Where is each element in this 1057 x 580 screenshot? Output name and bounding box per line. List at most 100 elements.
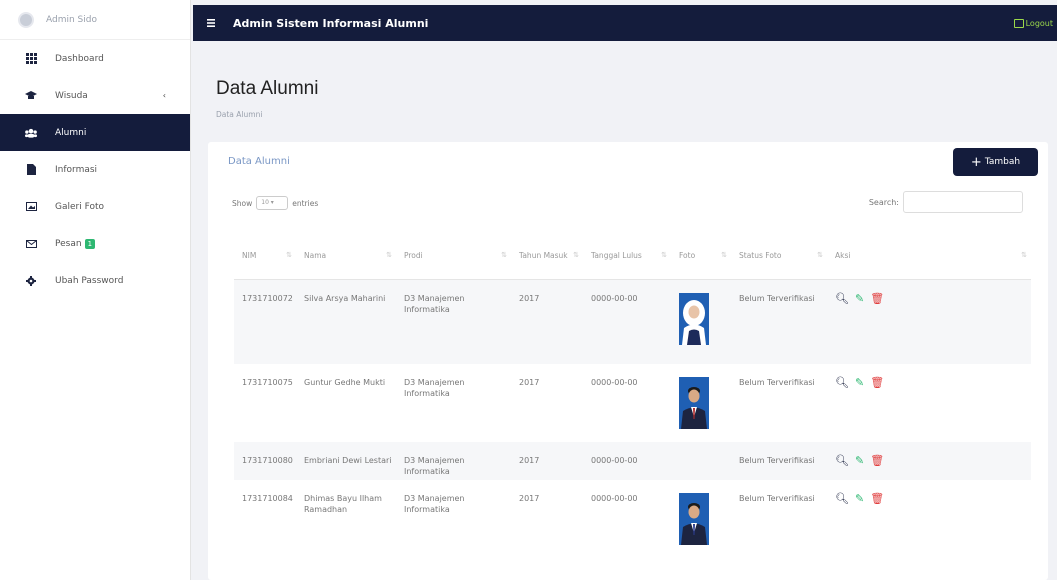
cell-nim: 1731710075 xyxy=(242,378,293,387)
chevron-left-icon[interactable]: ‹ xyxy=(163,91,166,100)
table-row: 1731710080 Embriani Dewi Lestari D3 Mana… xyxy=(234,442,1031,480)
edit-icon[interactable]: ✎ xyxy=(855,293,864,304)
sidebar-item-informasi[interactable]: Informasi xyxy=(0,151,190,188)
logout-label: Logout xyxy=(1025,18,1053,28)
sidebar: Admin Sido Dashboard Wisuda ‹ Alumni Inf… xyxy=(0,0,191,580)
delete-icon[interactable]: 🗑︎ xyxy=(870,377,884,388)
delete-icon[interactable]: 🗑︎ xyxy=(870,455,884,466)
cell-prodi: D3 Manajemen Informatika xyxy=(404,494,465,514)
sidebar-item-pesan[interactable]: Pesan 1 xyxy=(0,225,190,262)
file-icon xyxy=(25,164,37,176)
cell-nim: 1731710072 xyxy=(234,279,296,364)
envelope-icon xyxy=(25,238,37,250)
col-status-foto[interactable]: Status Foto ⇅ xyxy=(731,232,827,280)
add-button[interactable]: + Tambah xyxy=(953,148,1038,176)
cell-nim: 1731710084 xyxy=(242,494,293,503)
sort-icon: ⇅ xyxy=(573,250,579,259)
sidebar-item-galeri[interactable]: Galeri Foto xyxy=(0,188,190,225)
avatar xyxy=(18,11,34,28)
cell-foto xyxy=(671,279,731,364)
sidebar-item-label: Dashboard xyxy=(55,53,104,64)
alumni-photo[interactable] xyxy=(679,292,709,345)
cell-foto xyxy=(671,442,731,480)
cell-status-foto: Belum Terverifikasi xyxy=(731,442,827,480)
image-icon xyxy=(25,201,37,213)
cell-status-foto: Belum Terverifikasi xyxy=(731,279,827,364)
sidebar-item-label: Informasi xyxy=(55,164,98,175)
logout-button[interactable]: Logout xyxy=(1013,18,1053,28)
app-title: Admin Sistem Informasi Alumni xyxy=(233,16,429,30)
sidebar-username: Admin Sido xyxy=(46,14,97,25)
sidebar-item-label: Ubah Password xyxy=(55,275,124,286)
sidebar-item-dashboard[interactable]: Dashboard xyxy=(0,40,190,77)
gear-icon xyxy=(25,275,37,287)
card-title: Data Alumni xyxy=(228,156,290,167)
graduation-cap-icon xyxy=(25,90,37,102)
search-label: Search: xyxy=(868,197,899,207)
entries-length: Show 10 ▾ entries xyxy=(232,196,318,210)
logout-icon xyxy=(1013,18,1024,28)
col-aksi[interactable]: Aksi ⇅ xyxy=(827,232,1031,280)
col-nim[interactable]: NIM ⇅ xyxy=(234,232,296,280)
view-icon[interactable]: 🔍︎ xyxy=(835,377,849,388)
table-header-row: NIM ⇅ Nama ⇅ Prodi ⇅ Tahun Masuk ⇅ Tanggal L… xyxy=(234,232,1031,280)
grid-icon xyxy=(25,53,37,65)
delete-icon[interactable]: 🗑︎ xyxy=(870,493,884,504)
page-title: Data Alumni xyxy=(216,78,319,99)
view-icon[interactable]: 🔍︎ xyxy=(835,293,849,304)
cell-aksi: 🔍︎ ✎ 🗑︎ xyxy=(827,364,1031,442)
edit-icon[interactable]: ✎ xyxy=(855,493,864,504)
sort-asc-icon: ⇅ xyxy=(286,250,292,259)
sort-icon: ⇅ xyxy=(721,250,727,259)
show-suffix: entries xyxy=(292,198,319,208)
cell-aksi: 🔍︎ ✎ 🗑︎ xyxy=(827,442,1031,480)
col-nama[interactable]: Nama ⇅ xyxy=(296,232,396,280)
sort-icon: ⇅ xyxy=(1021,250,1027,259)
table-row: 1731710084 Dhimas Bayu Ilham Ramadhan D3… xyxy=(234,480,1031,560)
sidebar-item-alumni[interactable]: Alumni xyxy=(0,114,190,151)
cell-nama: Silva Arsya Maharini xyxy=(296,279,396,364)
cell-nim: 1731710080 xyxy=(234,442,296,480)
cell-tahun-masuk: 2017 xyxy=(511,442,583,480)
edit-icon[interactable]: ✎ xyxy=(855,377,864,388)
sidebar-item-wisuda[interactable]: Wisuda ‹ xyxy=(0,77,190,114)
delete-icon[interactable]: 🗑︎ xyxy=(870,293,884,304)
edit-icon[interactable]: ✎ xyxy=(855,455,864,466)
alumni-photo[interactable] xyxy=(679,377,709,429)
table-row: 1731710072 Silva Arsya Maharini D3 Manaj… xyxy=(234,279,1031,364)
cell-prodi: D3 Manajemen Informatika xyxy=(396,442,511,480)
entries-select-value: 10 xyxy=(261,199,269,206)
cell-prodi: D3 Manajemen Informatika xyxy=(396,279,511,364)
view-icon[interactable]: 🔍︎ xyxy=(835,493,849,504)
cell-tanggal-lulus: 0000-00-00 xyxy=(591,378,638,387)
sidebar-item-ubah-password[interactable]: Ubah Password xyxy=(0,262,190,299)
col-tanggal-lulus[interactable]: Tanggal Lulus ⇅ xyxy=(583,232,671,280)
cell-prodi: D3 Manajemen Informatika xyxy=(404,378,465,398)
cell-foto xyxy=(671,364,731,442)
view-icon[interactable]: 🔍︎ xyxy=(835,455,849,466)
sidebar-item-label: Galeri Foto xyxy=(55,201,104,212)
cell-tahun-masuk: 2017 xyxy=(519,494,540,503)
alumni-table: NIM ⇅ Nama ⇅ Prodi ⇅ Tahun Masuk ⇅ Tanggal L… xyxy=(234,232,1031,560)
cell-status-foto: Belum Terverifikasi xyxy=(739,494,815,503)
sidebar-user: Admin Sido xyxy=(0,0,190,40)
cell-nama: Guntur Gedhe Mukti xyxy=(304,378,386,387)
col-prodi[interactable]: Prodi ⇅ xyxy=(396,232,511,280)
show-prefix: Show xyxy=(232,198,253,208)
message-count-badge: 1 xyxy=(84,238,96,249)
entries-select[interactable]: 10 ▾ xyxy=(256,196,289,210)
menu-icon[interactable] xyxy=(207,17,215,30)
alumni-card: Data Alumni + Tambah Show 10 ▾ entries S… xyxy=(208,142,1048,580)
breadcrumb[interactable]: Data Alumni xyxy=(216,110,262,119)
cell-tanggal-lulus: 0000-00-00 xyxy=(591,494,638,503)
col-foto[interactable]: Foto ⇅ xyxy=(671,232,731,280)
col-tahun-masuk[interactable]: Tahun Masuk ⇅ xyxy=(511,232,583,280)
search-input[interactable] xyxy=(903,191,1023,213)
users-icon xyxy=(25,127,37,139)
sidebar-item-label: Pesan xyxy=(55,238,82,249)
sort-icon: ⇅ xyxy=(386,250,392,259)
cell-foto xyxy=(671,480,731,560)
alumni-photo[interactable] xyxy=(679,493,709,545)
cell-nama: Dhimas Bayu Ilham Ramadhan xyxy=(304,494,382,514)
cell-tanggal-lulus: 0000-00-00 xyxy=(583,279,671,364)
